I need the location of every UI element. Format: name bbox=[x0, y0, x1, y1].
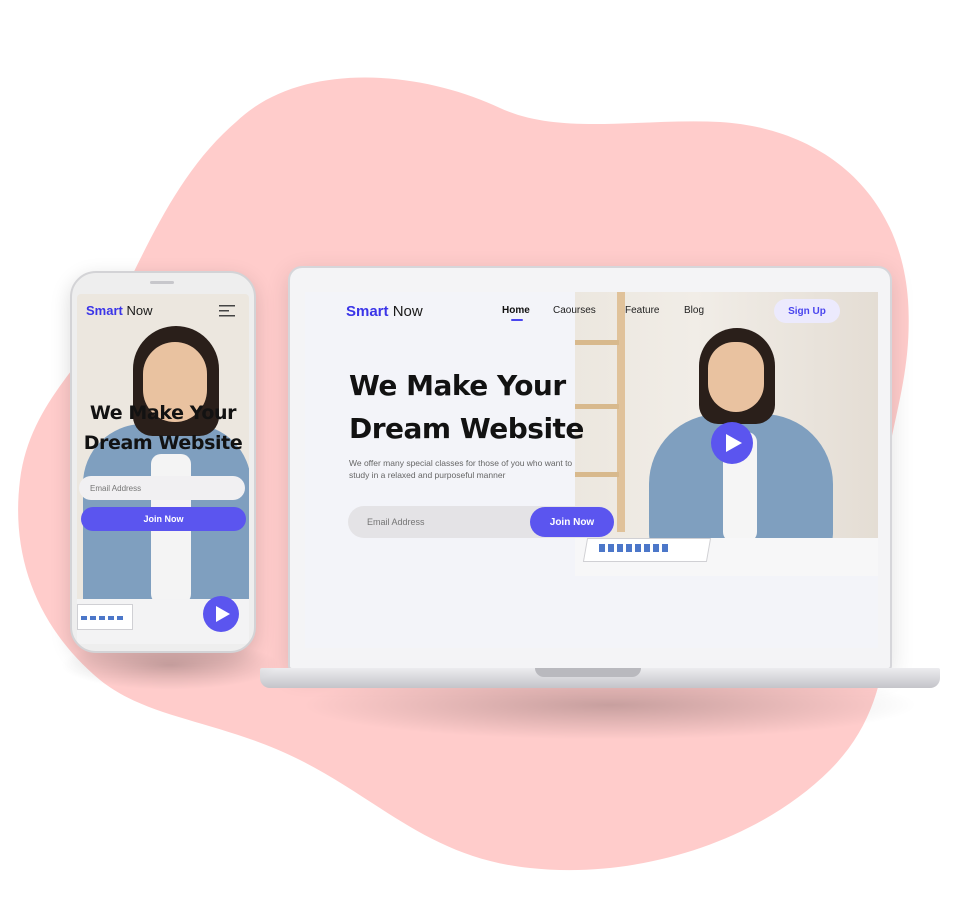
shelf bbox=[575, 472, 619, 477]
paper-chart bbox=[81, 616, 123, 620]
shelf-post bbox=[617, 292, 625, 532]
nav-active-indicator bbox=[511, 319, 523, 321]
join-now-button[interactable]: Join Now bbox=[81, 507, 246, 531]
email-input[interactable] bbox=[367, 515, 517, 529]
play-video-button[interactable] bbox=[203, 596, 239, 632]
logo-rest: Now bbox=[122, 303, 153, 318]
person-face bbox=[708, 342, 764, 412]
hero-title: We Make Your Dream Website bbox=[349, 364, 589, 450]
nav-blog[interactable]: Blog bbox=[684, 305, 704, 316]
nav-courses[interactable]: Caourses bbox=[553, 305, 596, 316]
hero-title-line: We Make Your bbox=[349, 369, 566, 402]
join-now-button[interactable]: Join Now bbox=[530, 507, 614, 537]
shelf bbox=[575, 340, 619, 345]
hero-title-line: We Make Your bbox=[89, 402, 237, 424]
hero-subtitle: We offer many special classes for those … bbox=[349, 458, 573, 480]
logo-rest: Now bbox=[388, 303, 423, 320]
play-icon bbox=[215, 606, 230, 622]
site-logo[interactable]: Smart Now bbox=[86, 303, 152, 318]
sign-up-button[interactable]: Sign Up bbox=[774, 299, 840, 323]
email-input[interactable] bbox=[79, 476, 245, 500]
paper-chart bbox=[599, 544, 668, 552]
logo-brand: Smart bbox=[86, 303, 123, 318]
laptop-notch bbox=[535, 668, 641, 677]
phone-screen: Smart Now We Make Your Dream Website Joi… bbox=[77, 294, 249, 644]
site-logo[interactable]: Smart Now bbox=[346, 303, 423, 320]
nav-home[interactable]: Home bbox=[502, 305, 530, 316]
laptop-screen: Smart Now Home Caourses Feature Blog Sig… bbox=[305, 292, 878, 648]
phone-speaker bbox=[150, 281, 174, 284]
nav-feature[interactable]: Feature bbox=[625, 305, 659, 316]
hamburger-menu-icon[interactable] bbox=[219, 304, 237, 318]
hero-title-line: Dream Website bbox=[83, 432, 243, 454]
play-icon bbox=[726, 434, 742, 452]
play-video-button[interactable] bbox=[711, 422, 753, 464]
hero-title: We Make Your Dream Website bbox=[77, 398, 249, 458]
logo-brand: Smart bbox=[346, 303, 389, 320]
hero-title-line: Dream Website bbox=[349, 412, 584, 445]
